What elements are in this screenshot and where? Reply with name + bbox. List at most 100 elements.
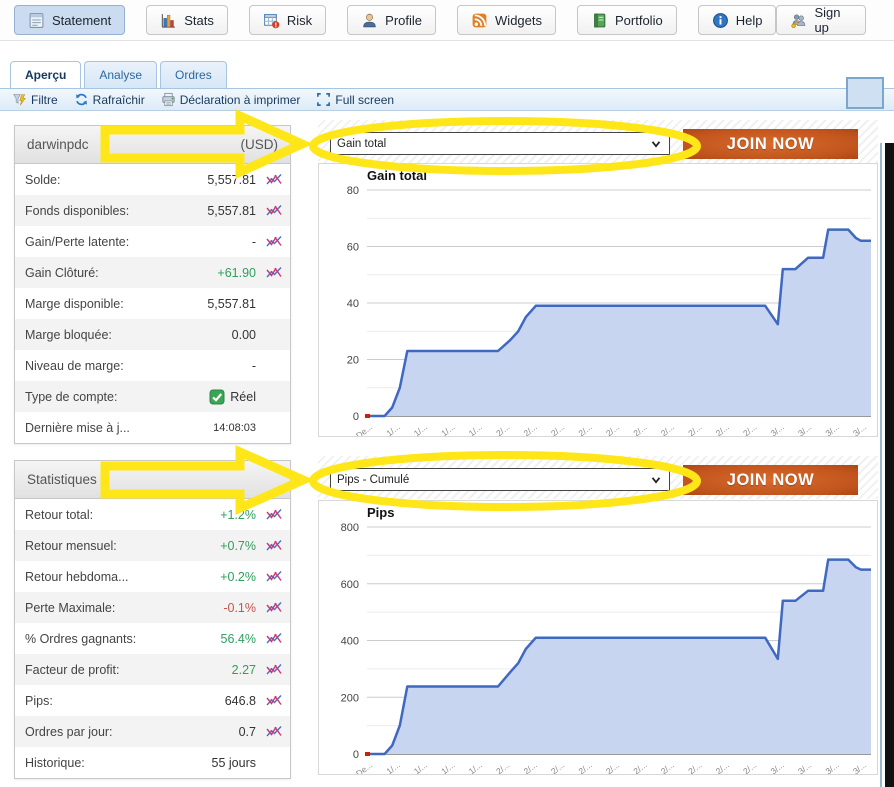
row-value: 14:08:03 [213,422,256,434]
svg-text:1/...: 1/... [467,422,484,436]
tab-ordres[interactable]: Ordres [160,61,227,88]
topbar-button-profile[interactable]: Profile [347,5,436,35]
fullscreen-icon [316,92,331,107]
topbar-button-label: Risk [287,13,312,28]
sparkline-icon[interactable] [262,600,282,615]
sign-up-label: Sign up [814,5,852,35]
toolbar-item-full-screen[interactable]: Full screen [316,92,394,107]
chart1-metric-select[interactable]: Gain total [330,132,670,155]
statistics-title: Statistiques [27,472,97,487]
account-rows: Solde: 5,557.81 Fonds disponibles: 5,557… [15,164,290,443]
tab-analyse[interactable]: Analyse [84,61,157,88]
table-row: Pips: 646.8 [15,685,290,716]
sparkline-icon[interactable] [262,538,282,553]
svg-text:600: 600 [341,579,359,591]
svg-text:2/...: 2/... [741,422,758,436]
topbar-button-label: Portfolio [615,13,663,28]
svg-text:De...: De... [354,422,374,436]
top-toolbar-buttons: Statement Stats Risk Profile Widgets Por… [0,5,776,35]
join-now-button-1[interactable]: JOIN NOW [683,129,858,159]
svg-text:3/...: 3/... [823,760,840,774]
svg-text:3/...: 3/... [796,422,813,436]
svg-text:2/...: 2/... [631,760,648,774]
row-value: 2.27 [232,663,256,677]
sparkline-icon[interactable] [262,693,282,708]
toolbar-item-rafra-chir[interactable]: Rafraîchir [74,92,145,107]
svg-text:3/...: 3/... [851,422,868,436]
sparkline-icon[interactable] [262,507,282,522]
sparkline-icon[interactable] [262,234,282,249]
topbar-button-help[interactable]: Help [698,5,777,35]
row-label: Gain/Perte latente: [25,235,129,249]
svg-text:2/...: 2/... [686,760,703,774]
toolbar-item-label: Filtre [31,93,58,107]
portfolio-icon [591,12,608,29]
clipped-window-edge [885,143,894,787]
account-name: darwinpdc [27,137,89,152]
print-icon [161,92,176,107]
svg-text:2/...: 2/... [714,760,731,774]
table-row: Gain/Perte latente: - [15,226,290,257]
topbar-button-label: Statement [52,13,111,28]
account-summary-panel: darwinpdc (USD) Solde: 5,557.81 Fonds di… [14,125,291,444]
sparkline-icon[interactable] [262,265,282,280]
tab-bar: AperçuAnalyseOrdres [10,61,227,88]
svg-text:60: 60 [347,242,359,254]
join-now-button-2[interactable]: JOIN NOW [683,465,858,495]
table-row: Ordres par jour: 0.7 [15,716,290,747]
row-value: 55 jours [212,756,256,770]
svg-text:2/...: 2/... [659,422,676,436]
topbar-button-portfolio[interactable]: Portfolio [577,5,677,35]
toolbar-item-filtre[interactable]: Filtre [12,92,58,107]
row-value: 646.8 [225,694,256,708]
svg-text:2/...: 2/... [494,422,511,436]
table-row: Historique: 55 jours [15,747,290,778]
row-label: Niveau de marge: [25,359,124,373]
row-label: Marge bloquée: [25,328,112,342]
topbar-button-widgets[interactable]: Widgets [457,5,556,35]
sparkline-icon[interactable] [262,569,282,584]
chart2-metric-select[interactable]: Pips - Cumulé [330,468,670,491]
row-value: -0.1% [223,601,256,615]
row-label: Pips: [25,694,53,708]
svg-text:1/...: 1/... [412,422,429,436]
svg-text:3/...: 3/... [851,760,868,774]
table-row: Facteur de profit: 2.27 [15,654,290,685]
sparkline-icon[interactable] [262,203,282,218]
svg-text:1/...: 1/... [439,760,456,774]
table-row: Dernière mise à j... 14:08:03 [15,412,290,443]
svg-text:2/...: 2/... [659,760,676,774]
svg-text:2/...: 2/... [604,422,621,436]
topbar-button-risk[interactable]: Risk [249,5,326,35]
sparkline-icon[interactable] [262,662,282,677]
topbar-button-stats[interactable]: Stats [146,5,228,35]
svg-text:1/...: 1/... [439,422,456,436]
svg-text:1/...: 1/... [384,422,401,436]
pips-chart: 0200400600800De...1/...1/...1/...1/...2/… [318,500,878,775]
row-label: Historique: [25,756,85,770]
svg-text:2/...: 2/... [741,760,758,774]
svg-text:Pips: Pips [367,505,394,520]
sparkline-icon[interactable] [262,631,282,646]
sparkline-icon[interactable] [262,724,282,739]
table-row: Retour total: +1.2% [15,499,290,530]
svg-text:2/...: 2/... [576,422,593,436]
topbar-button-label: Stats [184,13,214,28]
row-value: 5,557.81 [207,297,256,311]
topbar-button-statement[interactable]: Statement [14,5,125,35]
svg-text:2/...: 2/... [522,422,539,436]
row-value: +0.2% [220,570,256,584]
topbar-button-label: Profile [385,13,422,28]
toolbar-item-d-claration-imprimer[interactable]: Déclaration à imprimer [161,92,301,107]
row-value: 0.7 [239,725,256,739]
sparkline-icon[interactable] [262,172,282,187]
table-row: Niveau de marge: - [15,350,290,381]
filter-icon [12,92,27,107]
sign-up-button[interactable]: Sign up [776,5,866,35]
row-value: - [252,235,256,249]
svg-text:3/...: 3/... [823,422,840,436]
statistics-rows: Retour total: +1.2% Retour mensuel: +0.7… [15,499,290,778]
row-label: Dernière mise à j... [25,421,130,435]
chart1-header-strip: Gain total JOIN NOW [318,120,878,163]
tab-aperçu[interactable]: Aperçu [10,61,81,88]
